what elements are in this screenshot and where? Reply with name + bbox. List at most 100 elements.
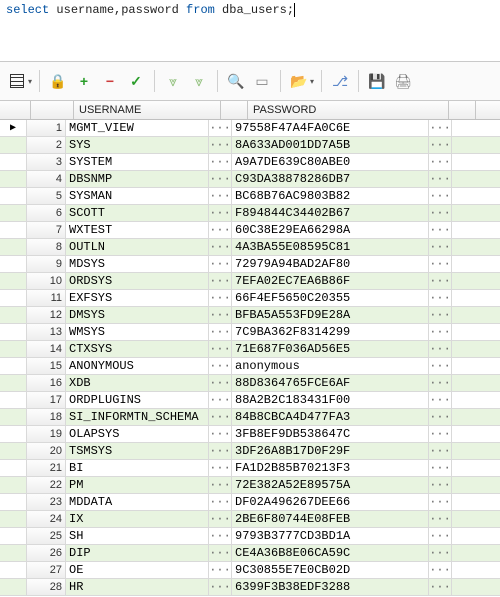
cell-editor-button[interactable]: ··· — [209, 239, 232, 255]
cell-editor-button[interactable]: ··· — [209, 222, 232, 238]
cell-editor-button[interactable]: ··· — [209, 154, 232, 170]
cell-editor-button[interactable]: ··· — [209, 562, 232, 578]
cell-password[interactable]: 8A633AD001DD7A5B — [232, 137, 429, 153]
cell-editor-button[interactable]: ··· — [429, 239, 452, 255]
cell-password[interactable]: 4A3BA55E08595C81 — [232, 239, 429, 255]
results-grid[interactable]: USERNAME PASSWORD ▶1MGMT_VIEW···97558F47… — [0, 101, 500, 596]
cell-editor-button[interactable]: ··· — [429, 256, 452, 272]
table-row[interactable]: 12DMSYS···BFBA5A553FD9E28A··· — [0, 307, 500, 324]
cell-username[interactable]: IX — [66, 511, 209, 527]
cell-username[interactable]: MDSYS — [66, 256, 209, 272]
cell-username[interactable]: SCOTT — [66, 205, 209, 221]
cell-editor-button[interactable]: ··· — [209, 307, 232, 323]
cell-editor-button[interactable]: ··· — [209, 205, 232, 221]
cell-editor-button[interactable]: ··· — [209, 256, 232, 272]
cell-username[interactable]: MGMT_VIEW — [66, 120, 209, 136]
cell-editor-button[interactable]: ··· — [429, 477, 452, 493]
cell-password[interactable]: 3DF26A8B17D0F29F — [232, 443, 429, 459]
cell-editor-button[interactable]: ··· — [209, 511, 232, 527]
cell-editor-button[interactable]: ··· — [209, 171, 232, 187]
cell-password[interactable]: 88A2B2C183431F00 — [232, 392, 429, 408]
cell-username[interactable]: OE — [66, 562, 209, 578]
add-row-button[interactable]: + — [73, 69, 95, 93]
dropdown-caret-icon[interactable]: ▾ — [310, 77, 314, 86]
cell-username[interactable]: EXFSYS — [66, 290, 209, 306]
table-row[interactable]: 27OE···9C30855E7E0CB02D··· — [0, 562, 500, 579]
cell-password[interactable]: 84B8CBCA4D477FA3 — [232, 409, 429, 425]
cell-editor-button[interactable]: ··· — [429, 205, 452, 221]
cell-editor-button[interactable]: ··· — [429, 528, 452, 544]
table-row[interactable]: 28HR···6399F3B38EDF3288··· — [0, 579, 500, 596]
cell-username[interactable]: WMSYS — [66, 324, 209, 340]
cell-username[interactable]: OUTLN — [66, 239, 209, 255]
cell-password[interactable]: anonymous — [232, 358, 429, 374]
cell-editor-button[interactable]: ··· — [429, 460, 452, 476]
cell-editor-button[interactable]: ··· — [209, 426, 232, 442]
cell-editor-button[interactable]: ··· — [429, 562, 452, 578]
cell-editor-button[interactable]: ··· — [209, 375, 232, 391]
cell-editor-button[interactable]: ··· — [429, 409, 452, 425]
cell-password[interactable]: 72979A94BAD2AF80 — [232, 256, 429, 272]
cell-editor-button[interactable]: ··· — [209, 188, 232, 204]
cell-password[interactable]: BC68B76AC9803B82 — [232, 188, 429, 204]
fetch-next-button[interactable]: ⩔ — [162, 69, 184, 93]
cell-editor-button[interactable]: ··· — [429, 188, 452, 204]
cell-username[interactable]: OLAPSYS — [66, 426, 209, 442]
cell-editor-button[interactable]: ··· — [429, 511, 452, 527]
cell-username[interactable]: MDDATA — [66, 494, 209, 510]
cell-password[interactable]: DF02A496267DEE66 — [232, 494, 429, 510]
table-row[interactable]: 22PM···72E382A52E89575A··· — [0, 477, 500, 494]
sql-editor[interactable]: select username,password from dba_users; — [0, 0, 500, 61]
cell-password[interactable]: F894844C34402B67 — [232, 205, 429, 221]
table-row[interactable]: 8OUTLN···4A3BA55E08595C81··· — [0, 239, 500, 256]
cell-password[interactable]: 6399F3B38EDF3288 — [232, 579, 429, 595]
cell-password[interactable]: 66F4EF5650C20355 — [232, 290, 429, 306]
cell-password[interactable]: 71E687F036AD56E5 — [232, 341, 429, 357]
cell-editor-button[interactable]: ··· — [429, 579, 452, 595]
table-row[interactable]: 25SH···9793B3777CD3BD1A··· — [0, 528, 500, 545]
cell-password[interactable]: 7C9BA362F8314299 — [232, 324, 429, 340]
table-row[interactable]: 9MDSYS···72979A94BAD2AF80··· — [0, 256, 500, 273]
cell-username[interactable]: ORDSYS — [66, 273, 209, 289]
cell-username[interactable]: PM — [66, 477, 209, 493]
cell-editor-button[interactable]: ··· — [429, 443, 452, 459]
cell-username[interactable]: DBSNMP — [66, 171, 209, 187]
cell-editor-button[interactable]: ··· — [429, 273, 452, 289]
cell-editor-button[interactable]: ··· — [209, 290, 232, 306]
cell-editor-button[interactable]: ··· — [429, 137, 452, 153]
cell-editor-button[interactable]: ··· — [209, 460, 232, 476]
single-record-button[interactable]: ▭ — [251, 69, 273, 93]
cell-password[interactable]: BFBA5A553FD9E28A — [232, 307, 429, 323]
table-row[interactable]: 21BI···FA1D2B85B70213F3··· — [0, 460, 500, 477]
cell-editor-button[interactable]: ··· — [429, 171, 452, 187]
cell-editor-button[interactable]: ··· — [429, 545, 452, 561]
column-header-username[interactable]: USERNAME — [74, 101, 221, 119]
table-row[interactable]: 13WMSYS···7C9BA362F8314299··· — [0, 324, 500, 341]
cell-editor-button[interactable]: ··· — [209, 273, 232, 289]
table-row[interactable]: 6SCOTT···F894844C34402B67··· — [0, 205, 500, 222]
dropdown-caret-icon[interactable]: ▾ — [28, 77, 32, 86]
table-row[interactable]: 4DBSNMP···C93DA38878286DB7··· — [0, 171, 500, 188]
cell-username[interactable]: TSMSYS — [66, 443, 209, 459]
cell-username[interactable]: SYS — [66, 137, 209, 153]
table-row[interactable]: 11EXFSYS···66F4EF5650C20355··· — [0, 290, 500, 307]
cell-username[interactable]: WXTEST — [66, 222, 209, 238]
cell-editor-button[interactable]: ··· — [209, 137, 232, 153]
table-row[interactable]: 20TSMSYS···3DF26A8B17D0F29F··· — [0, 443, 500, 460]
cell-editor-button[interactable]: ··· — [209, 545, 232, 561]
table-row[interactable]: 2SYS···8A633AD001DD7A5B··· — [0, 137, 500, 154]
cell-editor-button[interactable]: ··· — [429, 494, 452, 510]
cell-editor-button[interactable]: ··· — [429, 324, 452, 340]
cell-editor-button[interactable]: ··· — [429, 120, 452, 136]
find-button[interactable]: 🔍 — [225, 69, 247, 93]
save-button[interactable]: 💾 — [366, 69, 388, 93]
cell-username[interactable]: ANONYMOUS — [66, 358, 209, 374]
table-row[interactable]: 24IX···2BE6F80744E08FEB··· — [0, 511, 500, 528]
table-row[interactable]: 19OLAPSYS···3FB8EF9DB538647C··· — [0, 426, 500, 443]
cell-username[interactable]: SI_INFORMTN_SCHEMA — [66, 409, 209, 425]
cell-password[interactable]: C93DA38878286DB7 — [232, 171, 429, 187]
table-row[interactable]: 23MDDATA···DF02A496267DEE66··· — [0, 494, 500, 511]
cell-editor-button[interactable]: ··· — [429, 392, 452, 408]
cell-editor-button[interactable]: ··· — [209, 324, 232, 340]
cell-password[interactable]: 9C30855E7E0CB02D — [232, 562, 429, 578]
